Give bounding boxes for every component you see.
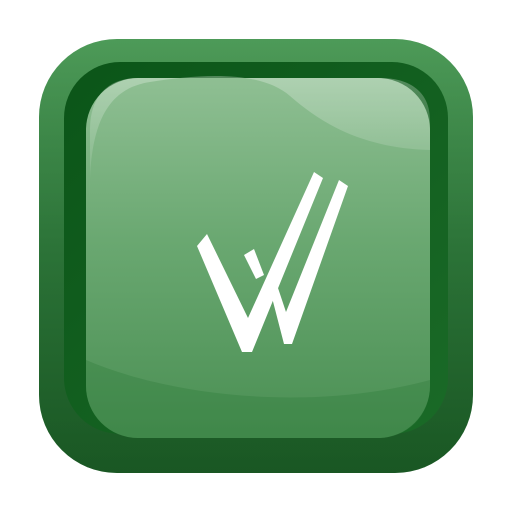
app-icon-canvas [0, 0, 512, 512]
app-icon[interactable] [0, 0, 512, 512]
